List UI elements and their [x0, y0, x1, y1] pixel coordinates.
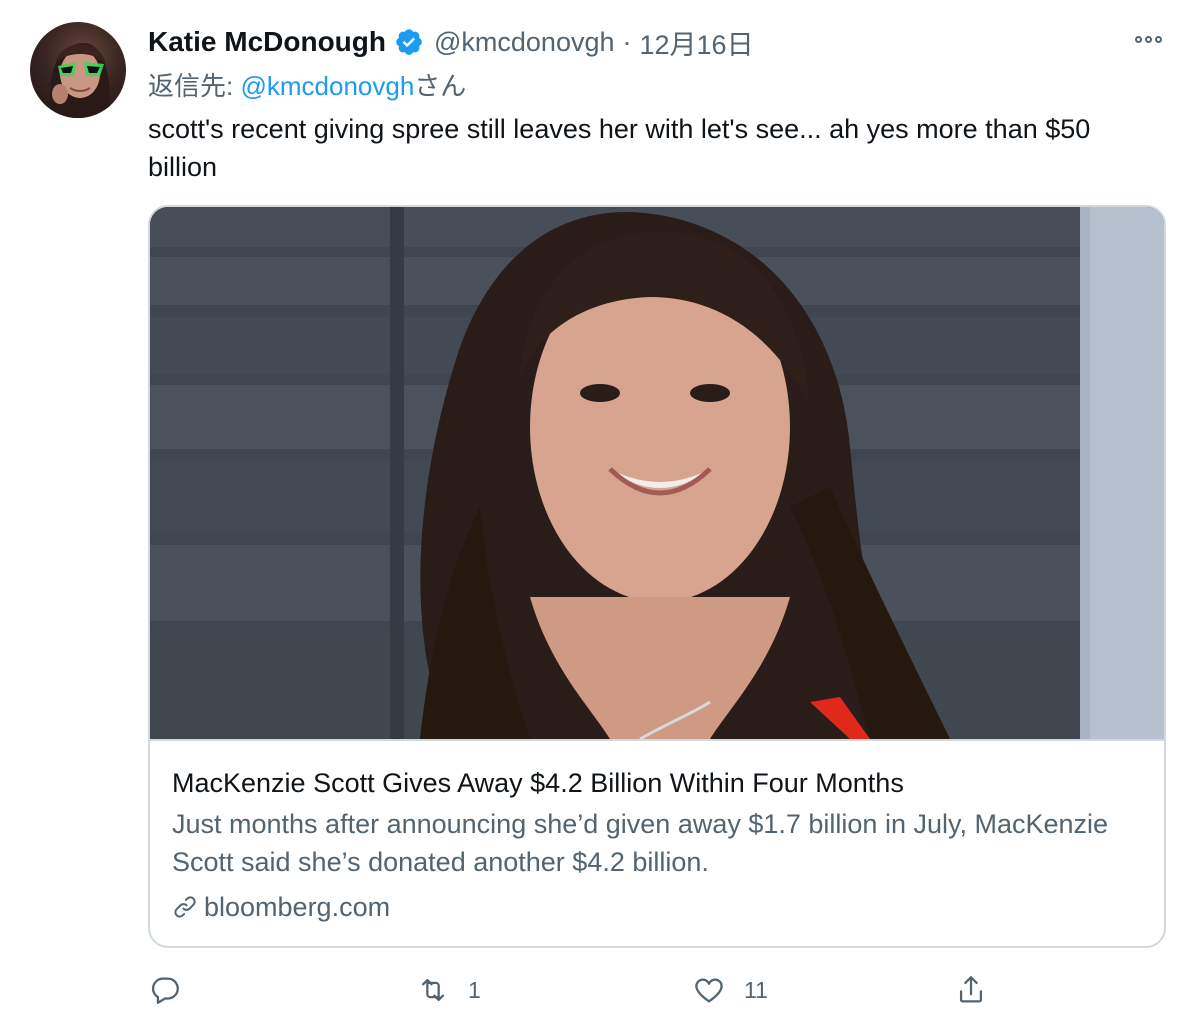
share-icon: [959, 976, 983, 1003]
retweet-icon: [421, 978, 445, 1002]
tweet-header: Katie McDonough @kmcdonovgh · 12月16日: [148, 22, 754, 62]
card-title: MacKenzie Scott Gives Away $4.2 Billion …: [172, 768, 904, 798]
tweet-text: scott's recent giving spree still leaves…: [148, 114, 1091, 182]
reply-button[interactable]: [148, 968, 182, 1012]
reply-prefix: 返信先:: [148, 71, 234, 101]
card-info[interactable]: MacKenzie Scott Gives Away $4.2 Billion …: [172, 765, 1152, 925]
card-domain-text: bloomberg.com: [204, 892, 391, 922]
like-icon: [695, 978, 723, 1003]
author-handle[interactable]: @kmcdonovgh: [434, 27, 615, 58]
link-icon: [174, 896, 196, 918]
card-domain: bloomberg.com: [172, 889, 1152, 925]
avatar[interactable]: [30, 22, 126, 118]
more-options-icon[interactable]: [1130, 24, 1166, 54]
reply-icon: [151, 977, 179, 1004]
reply-mention-link[interactable]: @kmcdonovgh: [240, 71, 414, 101]
tweet-date[interactable]: 12月16日: [640, 23, 754, 62]
like-count: 11: [744, 976, 768, 1003]
card-description: Just months after announcing she’d given…: [172, 809, 1109, 877]
link-card[interactable]: MacKenzie Scott Gives Away $4.2 Billion …: [148, 205, 1166, 948]
reply-suffix: さん: [414, 71, 467, 101]
action-bar: 1 11: [148, 968, 1148, 1012]
retweet-button[interactable]: 1: [416, 968, 481, 1012]
card-image[interactable]: [150, 207, 1164, 739]
share-button[interactable]: [954, 968, 988, 1012]
reply-context: 返信先: @kmcdonovghさん: [148, 66, 466, 103]
card-divider: [150, 739, 1164, 741]
author-name[interactable]: Katie McDonough: [148, 26, 386, 58]
tweet[interactable]: Katie McDonough @kmcdonovgh · 12月16日 返信先…: [0, 0, 1196, 1028]
retweet-count: 1: [468, 976, 481, 1003]
verified-badge-icon: [394, 27, 424, 57]
like-button[interactable]: 11: [692, 968, 768, 1012]
separator-dot: ·: [622, 26, 632, 57]
